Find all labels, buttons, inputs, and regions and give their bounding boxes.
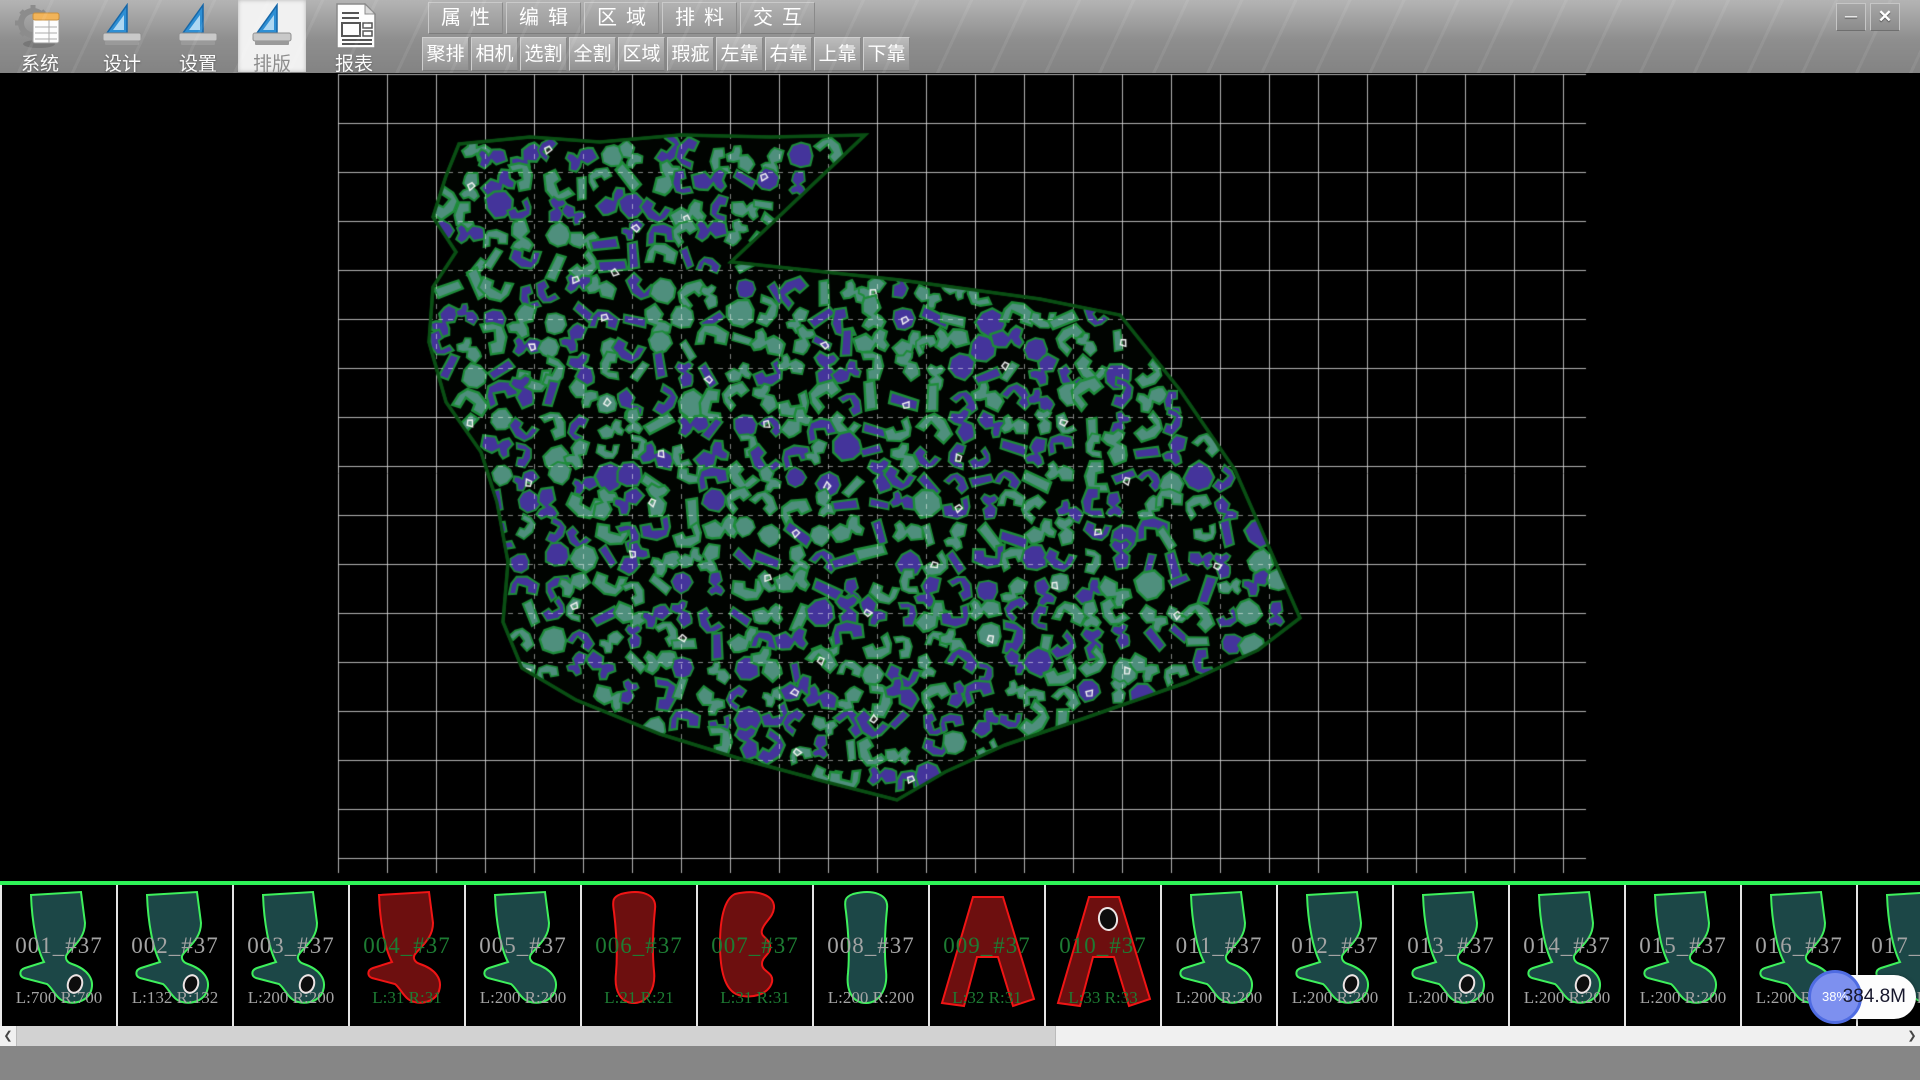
window-controls: ─ ✕ [1836,3,1900,31]
menu-tab-属性[interactable]: 属性 [428,2,503,34]
nesting-canvas[interactable] [0,73,1920,881]
piece-cell-010_#37[interactable]: 010_#37 L:33 R:33 [1046,885,1162,1026]
piece-thumbnail-shape [1285,888,1385,1010]
report-doc-icon [329,3,379,49]
piece-thumbnail-shape [1517,888,1617,1010]
piece-thumbnail-shape [937,888,1037,1010]
piece-thumbnail-shape [1169,888,1269,1010]
piece-thumbnail-shape [821,888,921,1010]
piece-thumbnail-shape [705,888,805,1010]
main-button-label: 系统 [6,49,74,76]
menu-tab-交互[interactable]: 交互 [740,2,815,34]
main-button-label: 报表 [320,49,388,76]
memory-badge: 38% 384.8M [1812,975,1916,1019]
scroll-left-arrow-icon[interactable]: ❮ [0,1026,16,1046]
piece-cell-015_#37[interactable]: 015_#37 L:200 R:200 [1626,885,1742,1026]
main-button-报表[interactable]: 报表 [320,0,388,72]
close-button[interactable]: ✕ [1870,3,1900,31]
piece-thumbnail-shape [1401,888,1501,1010]
nesting-ruler-icon [247,3,297,49]
menu-tab-排料[interactable]: 排料 [662,2,737,34]
main-button-设计[interactable]: 设计 [88,0,156,72]
bottom-status-strip [0,1046,1920,1080]
tool-button-右靠[interactable]: 右靠 [765,37,812,71]
piece-thumbnail-shape [1633,888,1733,1010]
piece-cell-009_#37[interactable]: 009_#37 L:32 R:31 [930,885,1046,1026]
piece-cell-008_#37[interactable]: 008_#37 L:200 R:200 [814,885,930,1026]
piece-cell-006_#37[interactable]: 006_#37 L:21 R:21 [582,885,698,1026]
piece-cell-012_#37[interactable]: 012_#37 L:200 R:200 [1278,885,1394,1026]
top-toolbar: 系统 设计 设置 排版 [0,0,1920,73]
main-button-label: 设计 [88,49,156,76]
piece-cell-003_#37[interactable]: 003_#37 L:200 R:200 [234,885,350,1026]
piece-cell-011_#37[interactable]: 011_#37 L:200 R:200 [1162,885,1278,1026]
settings-ruler-icon [173,3,223,49]
system-gear-icon [15,3,65,49]
piece-cell-001_#37[interactable]: 001_#37 L:700 R:700 [2,885,118,1026]
piece-thumbnail-shape [589,888,689,1010]
scroll-right-arrow-icon[interactable]: ❯ [1904,1026,1920,1046]
piece-cell-007_#37[interactable]: 007_#37 L:31 R:31 [698,885,814,1026]
tool-button-区域[interactable]: 区域 [618,37,665,71]
design-ruler-icon [97,3,147,49]
main-button-label: 设置 [164,49,232,76]
piece-cell-004_#37[interactable]: 004_#37 L:31 R:31 [350,885,466,1026]
minimize-button[interactable]: ─ [1836,3,1866,31]
piece-thumbnail-shape [473,888,573,1010]
tool-button-瑕疵[interactable]: 瑕疵 [667,37,714,71]
main-button-系统[interactable]: 系统 [6,0,74,72]
piece-thumbnail-shape [9,888,109,1010]
nesting-canvas-area[interactable] [0,73,1920,881]
main-button-label: 排版 [238,49,306,76]
scrollbar-thumb[interactable] [16,1026,1056,1046]
piece-cell-014_#37[interactable]: 014_#37 L:200 R:200 [1510,885,1626,1026]
tool-button-上靠[interactable]: 上靠 [814,37,861,71]
piece-thumbnail-shape [1053,888,1153,1010]
tool-button-下靠[interactable]: 下靠 [863,37,910,71]
menu-tab-row: 属性编辑区域排料交互 [428,2,815,36]
tool-button-row: 聚排相机选割全割区域瑕疵左靠右靠上靠下靠 [422,37,910,72]
tool-button-全割[interactable]: 全割 [569,37,616,71]
main-button-排版[interactable]: 排版 [238,0,306,72]
tool-button-聚排[interactable]: 聚排 [422,37,469,71]
piece-cell-005_#37[interactable]: 005_#37 L:200 R:200 [466,885,582,1026]
piece-cell-002_#37[interactable]: 002_#37 L:132 R:132 [118,885,234,1026]
piece-thumbnail-shape [125,888,225,1010]
tool-button-相机[interactable]: 相机 [471,37,518,71]
piece-cell-013_#37[interactable]: 013_#37 L:200 R:200 [1394,885,1510,1026]
horizontal-scrollbar[interactable]: ❮ ❯ [0,1026,1920,1046]
memory-value: 384.8M [1843,975,1906,1019]
main-button-设置[interactable]: 设置 [164,0,232,72]
menu-tab-区域[interactable]: 区域 [584,2,659,34]
piece-filmstrip: 001_#37 L:700 R:700 002_#37 L:132 R:132 … [0,885,1920,1026]
piece-thumbnail-shape [357,888,457,1010]
tool-button-选割[interactable]: 选割 [520,37,567,71]
tool-button-左靠[interactable]: 左靠 [716,37,763,71]
menu-tab-编辑[interactable]: 编辑 [506,2,581,34]
piece-thumbnail-shape [241,888,341,1010]
